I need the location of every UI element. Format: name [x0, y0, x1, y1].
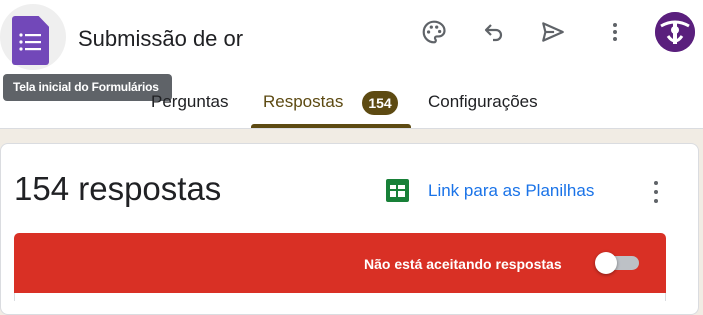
toggle-thumb[interactable] — [595, 252, 617, 274]
top-bar — [0, 0, 703, 129]
undo-button[interactable] — [474, 12, 514, 52]
account-avatar[interactable] — [655, 12, 695, 52]
more-options-button[interactable] — [595, 12, 635, 52]
forms-logo-icon — [12, 16, 49, 65]
link-to-sheets[interactable]: Link para as Planilhas — [428, 181, 594, 201]
tab-respostas[interactable]: Respostas — [263, 92, 343, 112]
customize-theme-button[interactable] — [414, 12, 454, 52]
not-accepting-banner — [14, 233, 666, 293]
tab-configuracoes[interactable]: Configurações — [428, 92, 538, 112]
send-icon — [542, 22, 564, 42]
tab-perguntas[interactable]: Perguntas — [151, 92, 229, 112]
send-button[interactable] — [533, 12, 573, 52]
avatar-logo-icon — [655, 12, 695, 52]
not-accepting-label: Não está aceitando respostas — [364, 256, 562, 272]
responses-count-title: 154 respostas — [14, 170, 222, 207]
responses-count-badge: 154 — [362, 91, 398, 115]
responses-more-button[interactable] — [644, 176, 668, 213]
undo-icon — [484, 24, 503, 42]
sheets-icon[interactable] — [386, 179, 409, 207]
active-tab-indicator — [251, 124, 411, 128]
palette-icon — [422, 20, 446, 44]
card-body — [14, 293, 666, 301]
forms-home-button[interactable] — [0, 4, 66, 70]
document-title[interactable]: Submissão de or — [78, 26, 243, 52]
more-vert-icon — [613, 23, 617, 41]
home-tooltip: Tela inicial do Formulários — [3, 74, 172, 101]
more-vert-icon — [654, 181, 658, 203]
